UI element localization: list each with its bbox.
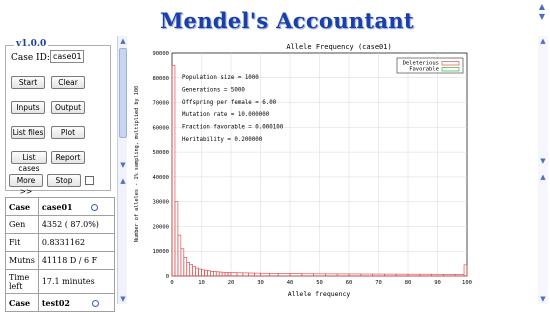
- x-axis-label: Allele frequency: [288, 290, 351, 298]
- scroll-down-icon[interactable]: ▼: [118, 160, 128, 170]
- right-scrollbar[interactable]: ▲ ▼ ▲ ▼: [538, 36, 548, 304]
- time-left-value: 17.1 minutes: [37, 269, 116, 294]
- case-label: Case: [5, 293, 39, 312]
- table-row: Fit 0.8331162: [5, 233, 116, 252]
- x-tick-label: 90: [434, 280, 441, 286]
- parameter-annotation: Generations = 5000: [182, 87, 245, 93]
- gen-label: Gen: [5, 215, 39, 234]
- x-tick-label: 80: [405, 280, 412, 286]
- x-tick-label: 0: [170, 280, 173, 286]
- table-row: Gen 4352 ( 87.0%): [5, 215, 116, 234]
- x-tick-label: 50: [316, 280, 323, 286]
- x-tick-label: 100: [462, 280, 472, 286]
- case-status-table: Case case01 Gen 4352 ( 87.0%) Fit 0.8331…: [5, 197, 116, 312]
- left-scrollbar[interactable]: ▲ ▼ ▲ ▼: [117, 36, 127, 304]
- scroll-down-icon[interactable]: ▼: [538, 156, 548, 166]
- case-name: case01: [41, 201, 73, 212]
- scroll-down-icon[interactable]: ▼: [538, 294, 548, 304]
- option-checkbox[interactable]: [85, 176, 94, 185]
- x-tick-label: 20: [228, 280, 235, 286]
- y-tick-label: 70000: [152, 101, 169, 107]
- parameter-annotation: Population size = 1000: [182, 75, 259, 81]
- list-files-button[interactable]: List files: [11, 126, 45, 139]
- y-tick-label: 80000: [152, 76, 169, 82]
- chart-legend: DeleteriousFavorable: [396, 57, 464, 74]
- case-radio-button[interactable]: [90, 204, 98, 211]
- time-left-label: Time left: [5, 269, 39, 294]
- y-tick-label: 50000: [152, 150, 169, 156]
- x-axis: 0 10 20 30 40 50 60 70 80 90 100: [170, 280, 472, 286]
- gen-value: 4352 ( 87.0%): [37, 215, 116, 234]
- y-tick-label: 30000: [152, 200, 169, 206]
- y-tick-label: 10000: [152, 249, 169, 255]
- inputs-button[interactable]: Inputs: [11, 101, 45, 114]
- start-button[interactable]: Start: [11, 76, 45, 89]
- table-row: Case test02: [5, 293, 116, 312]
- parameter-annotation: Heritability = 0.200000: [182, 137, 263, 143]
- y-axis: 0 10000 20000 30000 40000 50000 60000 70000 8000…: [152, 51, 169, 280]
- case-name-cell: case01: [37, 197, 116, 216]
- table-row: Case case01: [5, 197, 116, 216]
- scroll-thumb[interactable]: [119, 48, 127, 138]
- chart-title: Allele Frequency (case01): [286, 43, 391, 51]
- scroll-up-icon[interactable]: ▲: [118, 176, 128, 186]
- mutns-value: 41118 D / 6 F: [37, 251, 116, 270]
- x-tick-label: 40: [287, 280, 294, 286]
- y-axis-label: Number of alleles - 1% sampling, multipl…: [134, 86, 140, 242]
- x-tick-label: 10: [198, 280, 205, 286]
- more-button[interactable]: More >>: [9, 174, 43, 196]
- y-tick-label: 0: [166, 274, 169, 280]
- scroll-up-icon[interactable]: ▲: [118, 36, 128, 46]
- case-id-input[interactable]: [50, 50, 84, 63]
- clear-button[interactable]: Clear: [51, 76, 85, 89]
- x-tick-label: 70: [375, 280, 382, 286]
- list-cases-button[interactable]: List cases: [11, 151, 47, 173]
- case-name: test02: [41, 297, 70, 308]
- scroll-up-icon[interactable]: ▲: [538, 172, 548, 182]
- scroll-down-icon[interactable]: ▼: [118, 294, 128, 304]
- parameter-annotation: Offspring per female = 6.00: [182, 100, 277, 106]
- scroll-up-icon[interactable]: ▲: [538, 36, 548, 46]
- version-label: v1.0.0: [14, 39, 49, 49]
- title-banner: Mendel's Accountant: [0, 0, 550, 36]
- legend-label: Favorable: [409, 67, 439, 73]
- case-label: Case: [5, 197, 39, 216]
- case-id-label: Case ID:: [11, 53, 50, 63]
- y-tick-label: 90000: [152, 51, 169, 57]
- x-tick-label: 60: [346, 280, 353, 286]
- stop-button[interactable]: Stop: [47, 174, 81, 187]
- y-tick-label: 40000: [152, 175, 169, 181]
- parameter-annotation: Fraction favorable = 0.000100: [182, 125, 284, 131]
- allele-frequency-chart: Allele Frequency (case01) 01000020000300…: [134, 43, 472, 298]
- fit-label: Fit: [5, 233, 39, 252]
- fit-value: 0.8331162: [37, 233, 116, 252]
- table-row: Time left 17.1 minutes: [5, 269, 116, 294]
- report-button[interactable]: Report: [51, 151, 85, 164]
- plot-button[interactable]: Plot: [51, 126, 85, 139]
- x-tick-label: 30: [257, 280, 264, 286]
- case-name-cell: test02: [37, 293, 116, 312]
- parameter-annotation: Mutation rate = 10.000000: [182, 112, 270, 118]
- plot-frame: Allele Frequency (case01) 0 10000 20000 300…: [129, 36, 536, 304]
- table-row: Mutns 41118 D / 6 F: [5, 251, 116, 270]
- y-tick-label: 20000: [152, 224, 169, 230]
- output-button[interactable]: Output: [51, 101, 85, 114]
- app-title: Mendel's Accountant: [160, 8, 414, 33]
- mutns-label: Mutns: [5, 251, 39, 270]
- top-scroll-arrows[interactable]: ▲ ▼: [536, 2, 548, 36]
- y-tick-label: 60000: [152, 125, 169, 131]
